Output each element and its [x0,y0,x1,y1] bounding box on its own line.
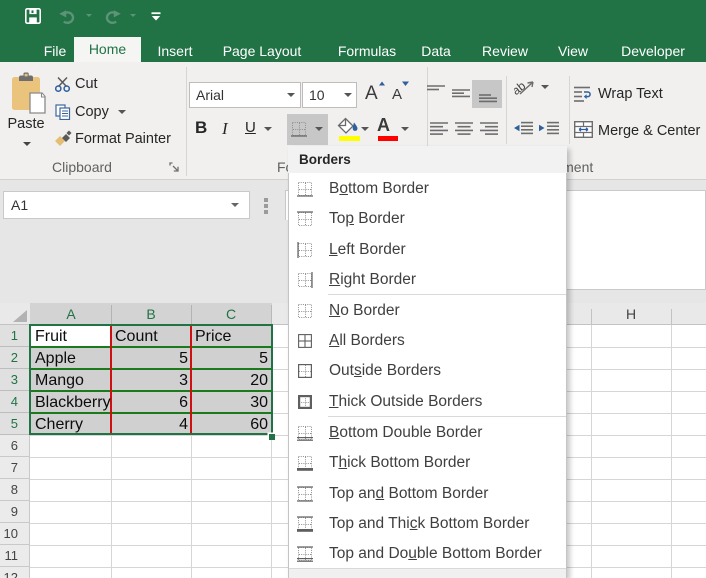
svg-text:A: A [365,83,378,102]
svg-text:A: A [392,86,402,102]
